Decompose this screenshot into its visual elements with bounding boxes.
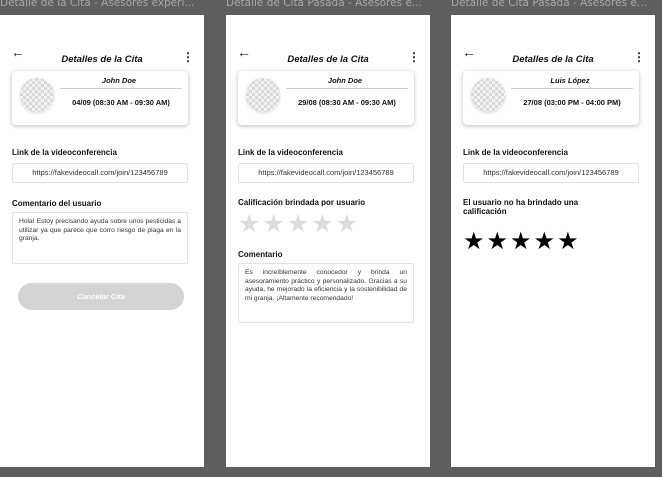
frame-title: Detalle de Cita Pasada - Asesores e... xyxy=(226,0,422,9)
appointment-date: 27/08 (03:00 PM - 04:00 PM) xyxy=(523,98,621,107)
link-label: Link de la videoconferencia xyxy=(463,148,568,157)
frame-title: Detalle de la Cita - Asesores experi... xyxy=(0,0,195,9)
page-title: Detalles de la Cita xyxy=(512,54,594,65)
kebab-menu-icon[interactable]: ⋮ xyxy=(633,51,645,63)
star-rating: ★★★★★ xyxy=(463,228,581,255)
page-title: Detalles de la Cita xyxy=(61,54,143,65)
comment-label: Comentario del usuario xyxy=(12,199,102,208)
user-name: Luis López xyxy=(550,76,590,85)
divider xyxy=(60,88,182,89)
kebab-menu-icon[interactable]: ⋮ xyxy=(408,51,420,63)
comment-text: Hola! Estoy precisando ayuda sobre unos … xyxy=(12,212,188,264)
videocall-link[interactable]: https://fakevideocall.com/join/123456789 xyxy=(238,163,414,183)
appointment-card: John Doe 29/08 (08:30 AM - 09:30 AM) xyxy=(238,71,414,125)
phone-screen-past-rated: ← Detalles de la Cita ⋮ John Doe 29/08 (… xyxy=(226,15,430,467)
link-label: Link de la videoconferencia xyxy=(238,148,343,157)
videocall-link[interactable]: https://fakevideocall.com/join/123456789 xyxy=(463,163,639,183)
appointment-card: Luis López 27/08 (03:00 PM - 04:00 PM) xyxy=(463,71,639,125)
phone-screen-upcoming: ← Detalles de la Cita ⋮ John Doe 04/09 (… xyxy=(0,15,204,467)
user-name: John Doe xyxy=(327,76,363,85)
appointment-card: John Doe 04/09 (08:30 AM - 09:30 AM) xyxy=(12,71,188,125)
star-rating: ★★★★★ xyxy=(238,210,361,238)
avatar xyxy=(246,78,280,112)
comment-label: Comentario xyxy=(238,250,283,259)
link-label: Link de la videoconferencia xyxy=(12,148,117,157)
phone-screen-past-unrated: ← Detalles de la Cita ⋮ Luis López 27/08… xyxy=(451,15,655,467)
rating-label: Calificación brindada por usuario xyxy=(238,198,366,207)
comment-text: Es increíblemente conocedor y brinda un … xyxy=(238,263,414,323)
appointment-date: 04/09 (08:30 AM - 09:30 AM) xyxy=(72,98,170,107)
avatar xyxy=(20,78,54,112)
appointment-date: 29/08 (08:30 AM - 09:30 AM) xyxy=(298,98,396,107)
page-title: Detalles de la Cita xyxy=(287,54,369,65)
kebab-menu-icon[interactable]: ⋮ xyxy=(182,51,194,63)
frame-title: Detalle de Cita Pasada - Asesores e... xyxy=(451,0,647,9)
divider xyxy=(286,88,408,89)
avatar xyxy=(471,78,505,112)
divider xyxy=(511,88,633,89)
cancel-appointment-button[interactable]: Cancelar Cita xyxy=(18,283,184,310)
no-rating-text: El usuario no ha brindado una calificaci… xyxy=(463,198,579,216)
videocall-link[interactable]: https://fakevideocall.com/join/123456789 xyxy=(12,163,188,183)
user-name: John Doe xyxy=(101,76,137,85)
